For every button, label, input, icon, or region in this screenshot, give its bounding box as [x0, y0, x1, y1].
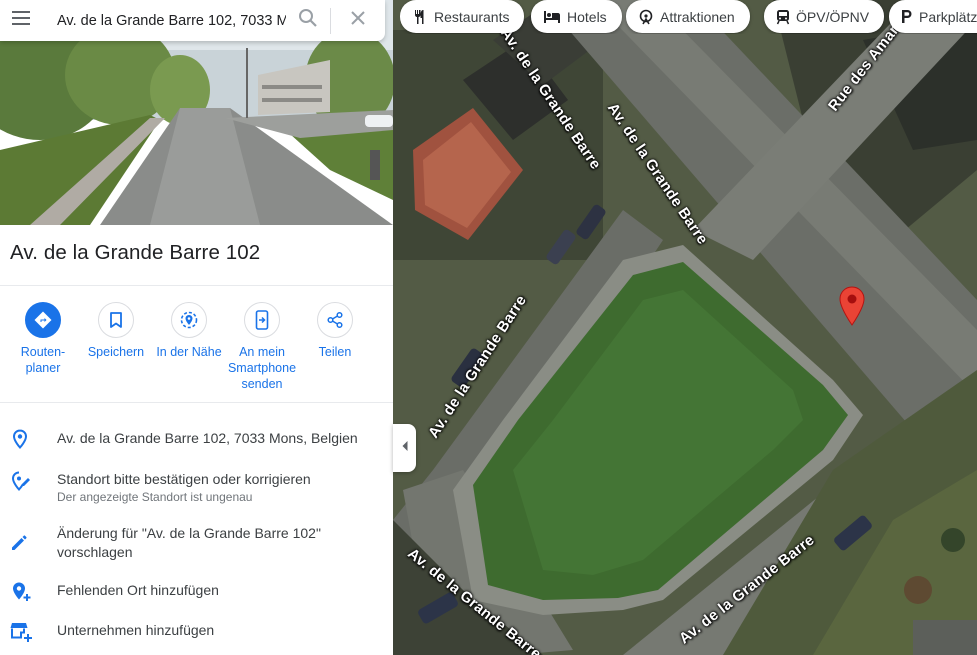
chevron-left-icon: [401, 439, 409, 457]
location-pin-icon[interactable]: [838, 286, 866, 326]
add-business-text: Unternehmen hinzufügen: [57, 622, 215, 638]
directions-button[interactable]: Routen- planer: [3, 302, 83, 376]
directions-label-2: planer: [25, 361, 61, 375]
add-business-row[interactable]: Unternehmen hinzufügen: [0, 621, 393, 643]
confirm-location-row[interactable]: Standort bitte bestätigen oder korrigier…: [0, 470, 393, 505]
chip-hotels[interactable]: Hotels: [531, 0, 622, 33]
confirm-location-text: Standort bitte bestätigen oder korrigier…: [57, 471, 311, 487]
confirm-location-subtext: Der angezeigte Standort ist ungenau: [57, 490, 253, 504]
save-label: Speichern: [87, 345, 145, 359]
chip-label: Parkplätze: [919, 8, 977, 25]
directions-label-1: Routen-: [20, 345, 66, 359]
share-button[interactable]: Teilen: [295, 302, 375, 360]
chip-label: Attraktionen: [660, 8, 735, 25]
send-to-phone-icon: [244, 302, 280, 338]
add-missing-place-text: Fehlenden Ort hinzufügen: [57, 582, 219, 598]
chip-restaurants[interactable]: Restaurants: [400, 0, 525, 33]
share-label: Teilen: [318, 345, 352, 359]
add-missing-place-row[interactable]: Fehlenden Ort hinzufügen: [0, 581, 393, 603]
share-icon: [317, 302, 353, 338]
send-to-phone-button[interactable]: An mein Smartphone senden: [222, 302, 302, 392]
send-label-3: senden: [241, 377, 283, 391]
parking-icon: [901, 9, 913, 24]
chip-label: Restaurants: [434, 8, 510, 25]
menu-button[interactable]: [0, 0, 42, 41]
send-label-2: Smartphone: [227, 361, 297, 375]
satellite-map[interactable]: Av. de la Grande Barre Av. de la Grande …: [393, 0, 977, 655]
suggest-edit-row[interactable]: Änderung für "Av. de la Grande Barre 102…: [0, 524, 393, 562]
chip-attractions[interactable]: Attraktionen: [626, 0, 750, 33]
location-pin-icon: [0, 429, 57, 449]
place-panel: Av. de la Grande Barre 102 Routen- plane…: [0, 0, 393, 655]
search-button[interactable]: [286, 0, 330, 41]
search-box: [0, 0, 385, 41]
collapse-panel-button[interactable]: [393, 424, 416, 472]
place-title: Av. de la Grande Barre 102: [10, 241, 261, 264]
pencil-icon: [0, 524, 57, 552]
bookmark-icon: [98, 302, 134, 338]
suggest-edit-text-2: vorschlagen: [57, 544, 133, 560]
hotel-icon: [543, 10, 561, 24]
restaurant-icon: [412, 9, 428, 25]
divider: [0, 402, 393, 403]
nearby-label: In der Nähe: [156, 345, 222, 359]
add-location-icon: [0, 581, 57, 603]
chip-transit[interactable]: ÖPV/ÖPNV: [764, 0, 885, 33]
address-row[interactable]: Av. de la Grande Barre 102, 7033 Mons, B…: [0, 429, 393, 449]
clear-search-button[interactable]: [331, 0, 385, 41]
send-label-1: An mein: [239, 345, 285, 359]
nearby-button[interactable]: In der Nähe: [149, 302, 229, 360]
edit-location-icon: [0, 470, 57, 492]
action-buttons: Routen- planer Speichern In der Nähe An …: [0, 302, 393, 397]
address-text: Av. de la Grande Barre 102, 7033 Mons, B…: [57, 430, 358, 446]
search-input[interactable]: [42, 0, 286, 41]
directions-icon: [25, 302, 61, 338]
satellite-imagery: [393, 0, 977, 655]
category-chips: Restaurants Hotels Attraktionen ÖPV/ÖPNV…: [400, 0, 977, 34]
divider: [0, 285, 393, 286]
close-icon: [350, 10, 366, 31]
save-button[interactable]: Speichern: [76, 302, 156, 360]
search-icon: [298, 8, 318, 33]
chip-parking[interactable]: Parkplätze: [889, 0, 977, 33]
suggest-edit-text-1: Änderung für "Av. de la Grande Barre 102…: [57, 525, 321, 541]
maps-app: Av. de la Grande Barre Av. de la Grande …: [0, 0, 977, 655]
attraction-icon: [638, 9, 654, 25]
transit-icon: [776, 9, 790, 25]
chip-label: ÖPV/ÖPNV: [796, 8, 870, 25]
hamburger-menu-icon: [12, 11, 30, 30]
chip-label: Hotels: [567, 8, 607, 25]
add-business-icon: [0, 621, 57, 643]
nearby-icon: [171, 302, 207, 338]
